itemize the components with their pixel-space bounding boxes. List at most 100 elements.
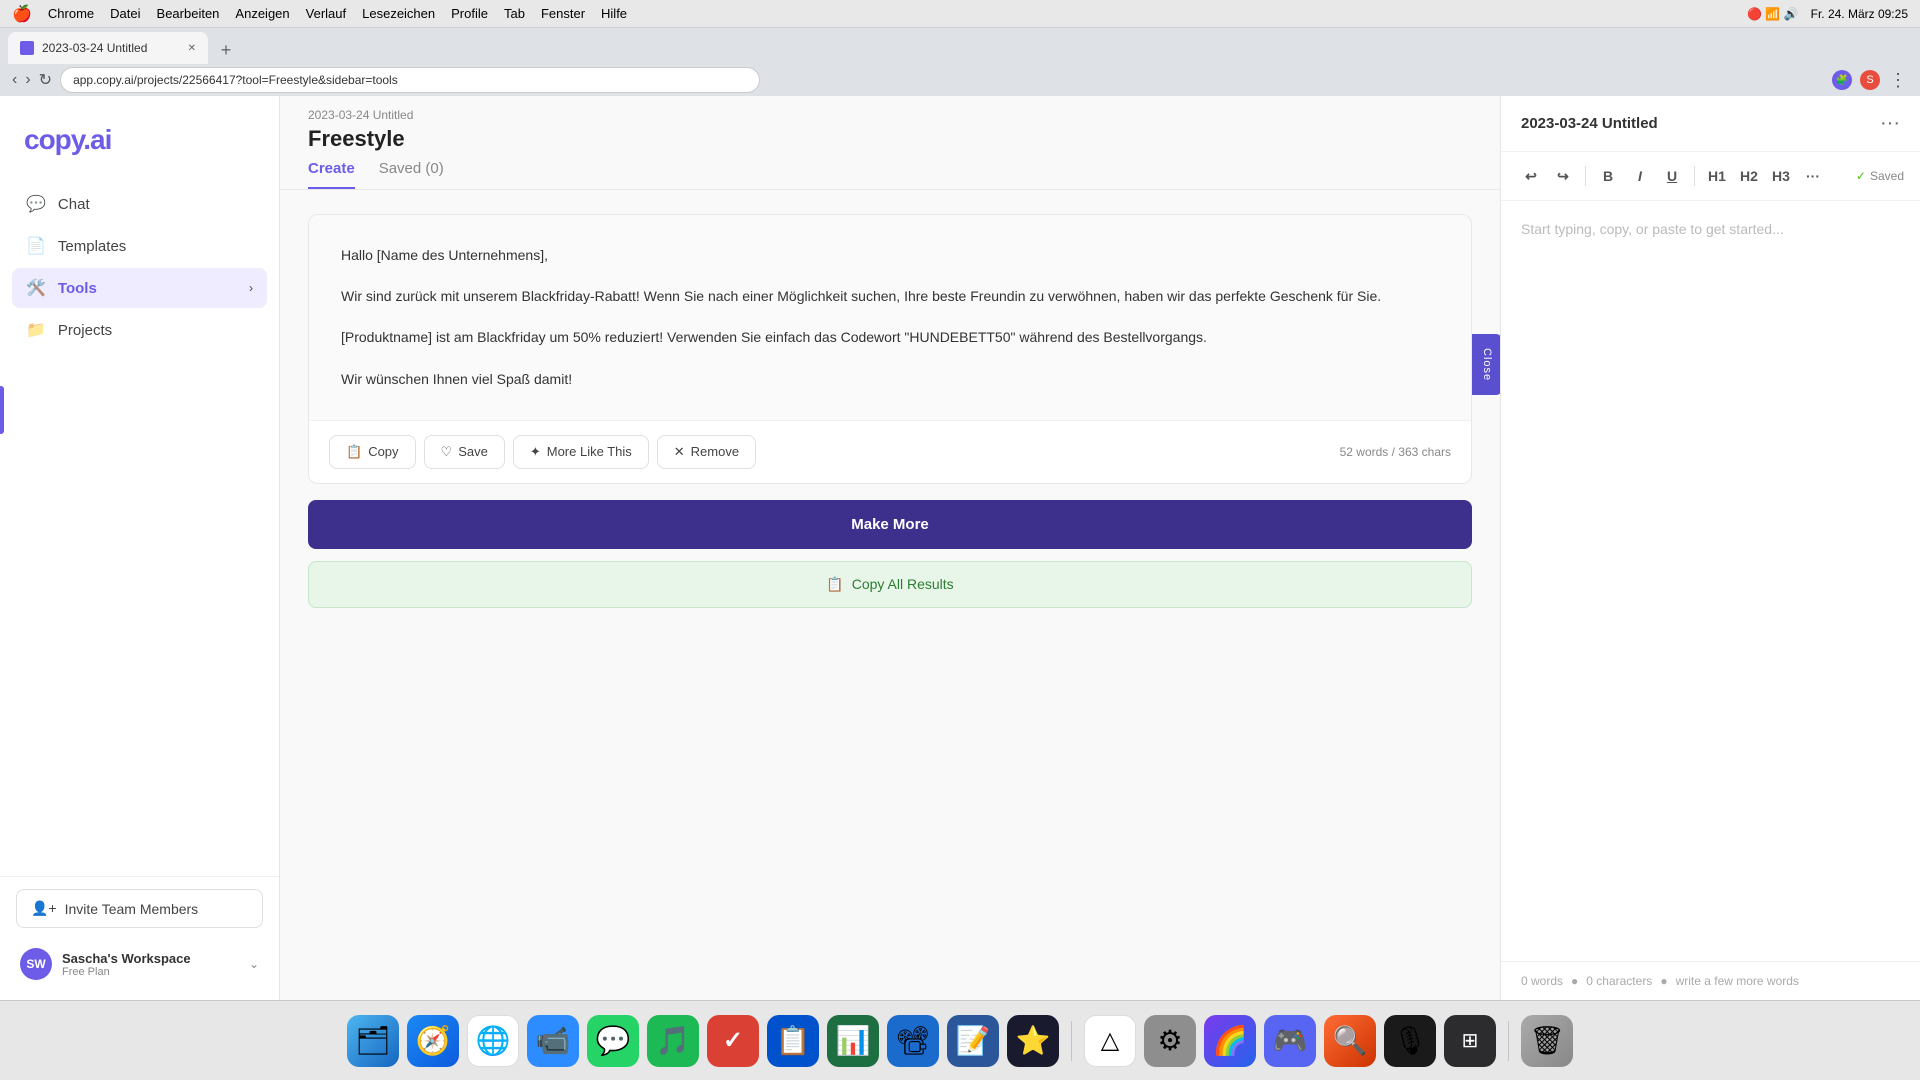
back-button[interactable]: ‹ — [12, 71, 17, 89]
reload-button[interactable]: ↻ — [39, 70, 52, 90]
menu-profile[interactable]: Profile — [451, 6, 488, 21]
h1-button[interactable]: H1 — [1703, 162, 1731, 190]
sidebar-item-templates[interactable]: 📄 Templates — [12, 226, 267, 266]
panel-more-button[interactable]: ··· — [1880, 112, 1900, 135]
projects-icon: 📁 — [26, 320, 46, 340]
dock-mission[interactable]: ⊞ — [1444, 1015, 1496, 1067]
dock-notchmeister[interactable]: ⭐ — [1007, 1015, 1059, 1067]
dock-finder[interactable]: 🗂 — [347, 1015, 399, 1067]
menu-chrome[interactable]: Chrome — [48, 6, 94, 21]
dock-trello[interactable]: 📋 — [767, 1015, 819, 1067]
dock-arc[interactable]: 🌈 — [1204, 1015, 1256, 1067]
dock-keynote[interactable]: 📽 — [887, 1015, 939, 1067]
sidebar-item-tools[interactable]: 🛠️ Tools › — [12, 268, 267, 308]
dock-zoom[interactable]: 📹 — [527, 1015, 579, 1067]
new-tab-button[interactable]: + — [212, 36, 240, 64]
profile-icon[interactable]: S — [1860, 70, 1880, 90]
sidebar-projects-label: Projects — [58, 322, 112, 339]
save-button[interactable]: ♡ Save — [424, 435, 505, 469]
dock-safari[interactable]: 🧭 — [407, 1015, 459, 1067]
workspace-name: Sascha's Workspace — [62, 951, 239, 966]
invite-team-button[interactable]: 👤+ Invite Team Members — [16, 889, 263, 928]
bold-button[interactable]: B — [1594, 162, 1622, 190]
copy-label: Copy — [368, 444, 398, 459]
apple-icon[interactable]: 🍎 — [12, 4, 32, 24]
word-count: 52 words / 363 chars — [1340, 445, 1451, 459]
address-bar: ‹ › ↻ app.copy.ai/projects/22566417?tool… — [0, 64, 1920, 96]
sidebar-bottom: 👤+ Invite Team Members SW Sascha's Works… — [0, 876, 279, 1000]
toolbar-more-button[interactable]: ··· — [1799, 162, 1827, 190]
redo-button[interactable]: ↪ — [1549, 162, 1577, 190]
make-more-label: Make More — [851, 516, 929, 533]
undo-button[interactable]: ↩ — [1517, 162, 1545, 190]
more-like-this-button[interactable]: ✦ More Like This — [513, 435, 649, 469]
invite-label: Invite Team Members — [65, 901, 199, 917]
tab-saved[interactable]: Saved (0) — [379, 160, 444, 189]
copy-all-button[interactable]: 📋 Copy All Results — [308, 561, 1472, 608]
panel-footer: 0 words ● 0 characters ● write a few mor… — [1501, 961, 1920, 1000]
remove-button[interactable]: ✕ Remove — [657, 435, 756, 469]
menu-tab[interactable]: Tab — [504, 6, 525, 21]
close-tab-label: Close — [1481, 348, 1493, 381]
dock-soundwave[interactable]: 🎙 — [1384, 1015, 1436, 1067]
sidebar-item-chat[interactable]: 💬 Chat — [12, 184, 267, 224]
menu-icon[interactable]: ⋮ — [1888, 70, 1908, 90]
menu-hilfe[interactable]: Hilfe — [601, 6, 627, 21]
menu-bearbeiten[interactable]: Bearbeiten — [157, 6, 220, 21]
dock-gdrive[interactable]: △ — [1084, 1015, 1136, 1067]
dock-whatsapp[interactable]: 💬 — [587, 1015, 639, 1067]
dock-discord[interactable]: 🎮 — [1264, 1015, 1316, 1067]
italic-button[interactable]: I — [1626, 162, 1654, 190]
forward-button[interactable]: › — [25, 71, 30, 89]
extensions-icon[interactable]: 🧩 — [1832, 70, 1852, 90]
sidebar-item-projects[interactable]: 📁 Projects — [12, 310, 267, 350]
menu-anzeigen[interactable]: Anzeigen — [235, 6, 289, 21]
panel-body[interactable]: Start typing, copy, or paste to get star… — [1501, 201, 1920, 961]
h3-button[interactable]: H3 — [1767, 162, 1795, 190]
invite-icon: 👤+ — [31, 900, 57, 917]
workspace-avatar: SW — [20, 948, 52, 980]
dock-chrome[interactable]: 🌐 — [467, 1015, 519, 1067]
tab-close-button[interactable]: ✕ — [188, 43, 196, 54]
dock-excel[interactable]: 📊 — [827, 1015, 879, 1067]
dock-spotify[interactable]: 🎵 — [647, 1015, 699, 1067]
footer-dot-1: ● — [1571, 974, 1578, 988]
dock-word[interactable]: 📝 — [947, 1015, 999, 1067]
h2-button[interactable]: H2 — [1735, 162, 1763, 190]
tab-create[interactable]: Create — [308, 160, 355, 189]
result-actions: 📋 Copy ♡ Save ✦ More Like This ✕ — [309, 420, 1471, 483]
right-panel: 2023-03-24 Untitled ··· ↩ ↪ B I U H1 H2 … — [1500, 96, 1920, 1000]
workspace-row[interactable]: SW Sascha's Workspace Free Plan ⌄ — [16, 940, 263, 988]
result-text-area: Hallo [Name des Unternehmens], Wir sind … — [309, 215, 1471, 420]
main-body: Hallo [Name des Unternehmens], Wir sind … — [280, 190, 1500, 1000]
browser-chrome: 2023-03-24 Untitled ✕ + ‹ › ↻ app.copy.a… — [0, 28, 1920, 96]
workspace-chevron-icon: ⌄ — [249, 957, 259, 971]
footer-dot-2: ● — [1660, 974, 1667, 988]
make-more-button[interactable]: Make More — [308, 500, 1472, 549]
browser-icons: 🧩 S ⋮ — [1832, 70, 1908, 90]
dock-todoist[interactable]: ✓ — [707, 1015, 759, 1067]
dock-settings[interactable]: ⚙ — [1144, 1015, 1196, 1067]
dock-trash[interactable]: 🗑 — [1521, 1015, 1573, 1067]
tools-icon: 🛠️ — [26, 278, 46, 298]
menu-datei[interactable]: Datei — [110, 6, 140, 21]
footer-chars: 0 characters — [1586, 974, 1652, 988]
menu-lesezeichen[interactable]: Lesezeichen — [362, 6, 435, 21]
browser-tab-active[interactable]: 2023-03-24 Untitled ✕ — [8, 32, 208, 64]
dock-alfred[interactable]: 🔍 — [1324, 1015, 1376, 1067]
underline-button[interactable]: U — [1658, 162, 1686, 190]
url-field[interactable]: app.copy.ai/projects/22566417?tool=Frees… — [60, 67, 760, 93]
copy-button[interactable]: 📋 Copy — [329, 435, 416, 469]
menu-verlauf[interactable]: Verlauf — [306, 6, 346, 21]
active-indicator — [0, 386, 4, 434]
datetime: Fr. 24. März 09:25 — [1811, 7, 1908, 21]
menu-fenster[interactable]: Fenster — [541, 6, 585, 21]
sidebar-chat-label: Chat — [58, 196, 90, 213]
app-content: copy.ai 💬 Chat 📄 Templates 🛠️ Tools › 📁 … — [0, 96, 1920, 1000]
toolbar-divider-2 — [1694, 166, 1695, 186]
url-text: app.copy.ai/projects/22566417?tool=Frees… — [73, 73, 398, 87]
close-tab-button[interactable]: Close — [1472, 334, 1500, 395]
toolbar-divider-1 — [1585, 166, 1586, 186]
footer-words: 0 words — [1521, 974, 1563, 988]
panel-toolbar: ↩ ↪ B I U H1 H2 H3 ··· ✓ Saved — [1501, 152, 1920, 201]
